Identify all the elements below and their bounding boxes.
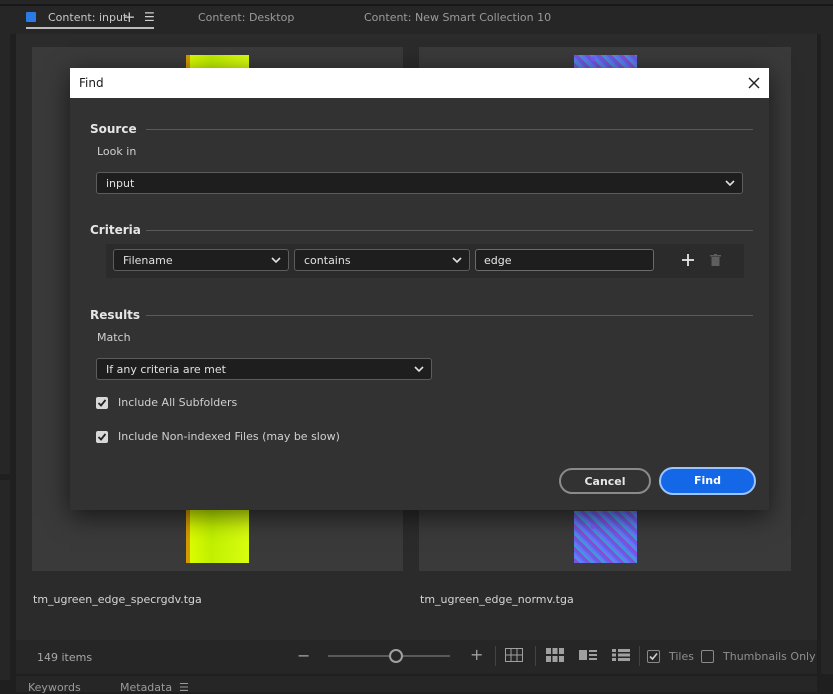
include-nonindexed-checkbox[interactable] <box>96 431 108 443</box>
zoom-slider-handle[interactable] <box>389 649 403 663</box>
look-in-select[interactable]: input <box>96 172 743 194</box>
match-value: If any criteria are met <box>106 363 226 376</box>
file-name-2[interactable]: tm_ugreen_edge_normv.tga <box>420 593 574 606</box>
section-divider <box>146 129 753 130</box>
source-heading: Source <box>90 122 137 136</box>
results-heading: Results <box>90 308 141 322</box>
chevron-down-icon <box>414 366 424 373</box>
criteria-value-input[interactable]: edge <box>475 249 654 271</box>
add-tab-icon[interactable]: + <box>123 8 136 26</box>
tab-keywords[interactable]: Keywords <box>28 681 81 694</box>
left-panel-edge-lower <box>0 480 10 680</box>
find-dialog: Find Source Look in input Criteria Filen… <box>70 68 769 510</box>
chevron-down-icon <box>452 257 462 264</box>
thumbnail-view-icon[interactable] <box>546 648 564 662</box>
right-panel-edge <box>821 34 833 674</box>
look-in-value: input <box>106 177 135 190</box>
dialog-title-bar: Find <box>70 68 769 98</box>
file-thumbnail-1-top <box>186 55 249 68</box>
match-select[interactable]: If any criteria are met <box>96 358 432 380</box>
thumbnails-only-label: Thumbnails Only <box>723 650 816 663</box>
tab-bar-divider <box>0 4 833 6</box>
look-in-label: Look in <box>97 145 137 158</box>
divider <box>495 646 496 666</box>
include-nonindexed-label[interactable]: Include Non-indexed Files (may be slow) <box>118 430 340 443</box>
item-count: 149 items <box>37 651 93 664</box>
checkmark-icon <box>97 433 107 441</box>
add-criteria-icon[interactable] <box>681 253 695 267</box>
divider <box>535 646 536 666</box>
match-label: Match <box>97 331 131 344</box>
divider <box>639 646 640 666</box>
criteria-field-select[interactable]: Filename <box>113 249 289 271</box>
file-thumbnail-2[interactable] <box>574 511 637 563</box>
panel-menu-icon[interactable]: ☰ <box>144 10 155 24</box>
zoom-out-button[interactable]: − <box>297 646 310 665</box>
tab-content-input[interactable]: Content: input <box>48 11 127 24</box>
trash-icon[interactable] <box>710 254 721 266</box>
include-subfolders-checkbox[interactable] <box>96 397 108 409</box>
find-button[interactable]: Find <box>659 467 756 495</box>
panel-color-icon <box>26 12 36 22</box>
tab-metadata[interactable]: Metadata <box>120 681 172 694</box>
criteria-operator-select[interactable]: contains <box>294 249 470 271</box>
list-view-icon[interactable] <box>612 648 630 662</box>
file-thumbnail-2-top <box>574 55 637 68</box>
close-icon[interactable] <box>744 73 764 93</box>
checkmark-icon <box>649 652 658 661</box>
file-thumbnail-1[interactable] <box>186 510 249 563</box>
zoom-in-button[interactable]: + <box>470 645 483 664</box>
criteria-heading: Criteria <box>90 223 141 237</box>
tab-content-smart-collection[interactable]: Content: New Smart Collection 10 <box>364 11 551 24</box>
left-panel-edge <box>0 34 10 474</box>
criteria-operator-value: contains <box>304 254 351 267</box>
cancel-button[interactable]: Cancel <box>559 468 651 494</box>
thumbnails-only-checkbox[interactable] <box>701 650 714 663</box>
dialog-title: Find <box>79 76 104 90</box>
tiles-checkbox[interactable] <box>647 650 660 663</box>
status-bar <box>16 640 817 674</box>
chevron-down-icon <box>271 257 281 264</box>
criteria-field-value: Filename <box>123 254 173 267</box>
include-subfolders-label[interactable]: Include All Subfolders <box>118 396 237 409</box>
tiles-label: Tiles <box>669 650 694 663</box>
active-tab-indicator <box>26 27 154 29</box>
section-divider <box>146 315 753 316</box>
tab-content-desktop[interactable]: Content: Desktop <box>198 11 294 24</box>
chevron-down-icon <box>725 180 735 187</box>
grid-lock-icon[interactable] <box>505 648 523 662</box>
checkmark-icon <box>97 399 107 407</box>
panel-menu-icon[interactable]: ☰ <box>179 681 189 694</box>
file-name-1[interactable]: tm_ugreen_edge_specrgdv.tga <box>33 593 202 606</box>
criteria-value-text: edge <box>484 254 512 267</box>
details-view-icon[interactable] <box>579 648 597 662</box>
section-divider <box>146 230 753 231</box>
